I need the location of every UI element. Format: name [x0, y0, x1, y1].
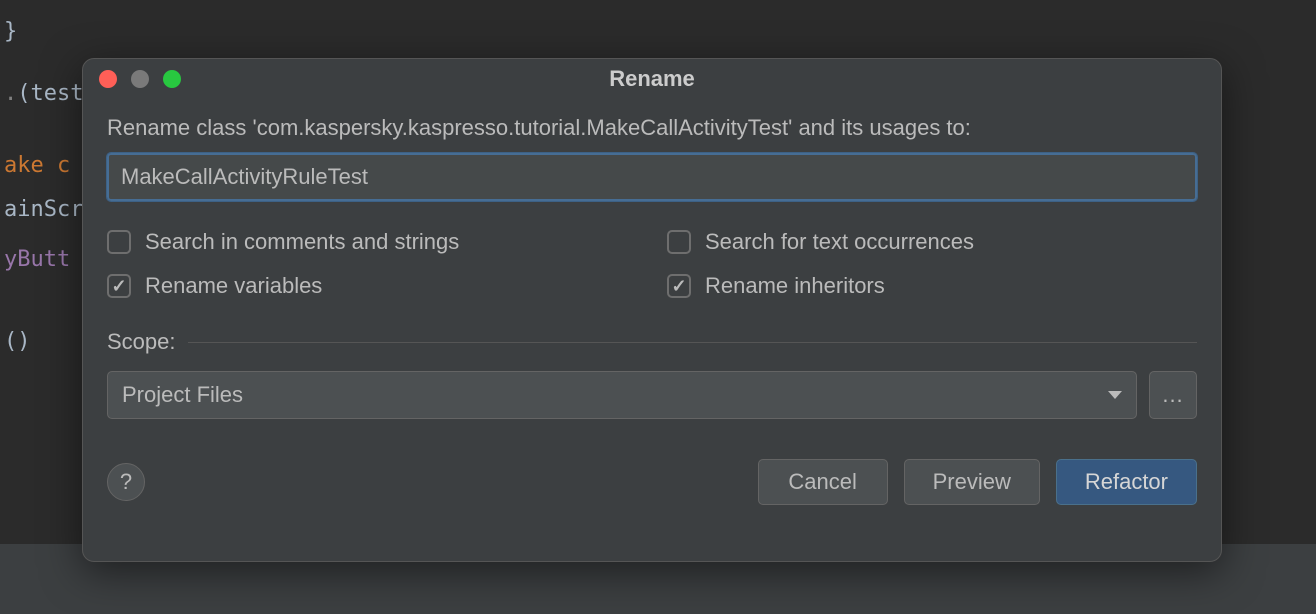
checkbox-label: Rename inheritors — [705, 273, 885, 299]
checkbox-icon — [107, 274, 131, 298]
rename-input[interactable] — [107, 153, 1197, 201]
code-token: ake c — [4, 153, 70, 178]
rename-prompt-label: Rename class 'com.kaspersky.kaspresso.tu… — [107, 115, 1197, 141]
checkbox-label: Search in comments and strings — [145, 229, 459, 255]
checkbox-icon — [667, 230, 691, 254]
dialog-titlebar: Rename — [83, 59, 1221, 99]
code-token: test — [31, 81, 84, 106]
code-token: . — [4, 81, 17, 106]
checkbox-icon — [667, 274, 691, 298]
window-controls — [99, 70, 181, 88]
code-token: ( — [17, 81, 30, 106]
rename-dialog: Rename Rename class 'com.kaspersky.kaspr… — [82, 58, 1222, 562]
cancel-button[interactable]: Cancel — [758, 459, 888, 505]
scope-more-button[interactable]: ... — [1149, 371, 1197, 419]
preview-button[interactable]: Preview — [904, 459, 1040, 505]
checkbox-search-comments[interactable]: Search in comments and strings — [107, 229, 637, 255]
code-token: ainScr — [4, 197, 83, 222]
dialog-title: Rename — [83, 66, 1221, 92]
checkbox-icon — [107, 230, 131, 254]
code-token: yButt — [4, 247, 70, 272]
minimize-window-button[interactable] — [131, 70, 149, 88]
help-button[interactable]: ? — [107, 463, 145, 501]
scope-value: Project Files — [122, 382, 243, 408]
checkbox-rename-inheritors[interactable]: Rename inheritors — [667, 273, 1197, 299]
scope-label: Scope: — [107, 329, 176, 355]
scope-dropdown[interactable]: Project Files — [107, 371, 1137, 419]
maximize-window-button[interactable] — [163, 70, 181, 88]
chevron-down-icon — [1108, 391, 1122, 399]
checkbox-label: Search for text occurrences — [705, 229, 974, 255]
checkbox-rename-variables[interactable]: Rename variables — [107, 273, 637, 299]
code-token: } — [4, 19, 17, 44]
checkbox-search-text[interactable]: Search for text occurrences — [667, 229, 1197, 255]
refactor-button[interactable]: Refactor — [1056, 459, 1197, 505]
close-window-button[interactable] — [99, 70, 117, 88]
code-token: () — [4, 329, 31, 354]
divider — [188, 342, 1198, 343]
checkbox-label: Rename variables — [145, 273, 322, 299]
